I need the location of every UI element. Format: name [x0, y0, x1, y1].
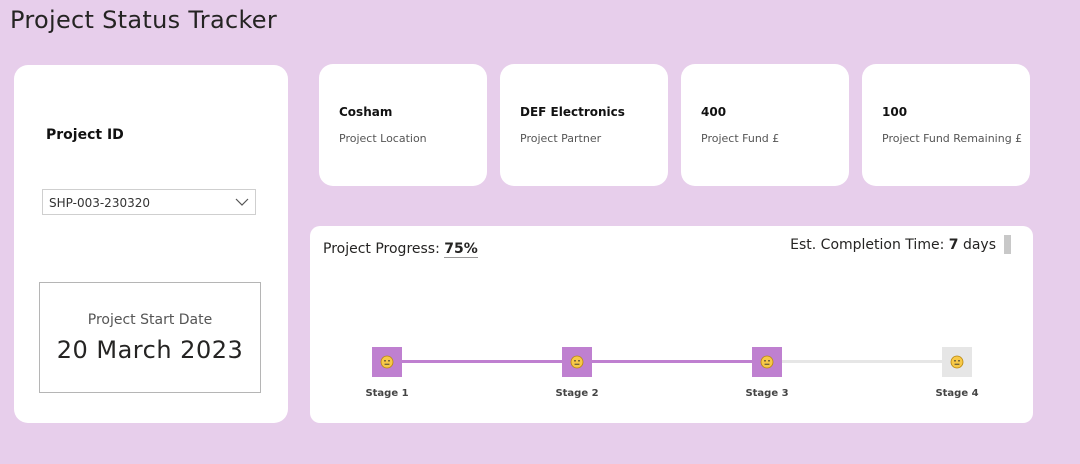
start-date-card: Project Start Date 20 March 2023 [39, 282, 261, 393]
kpi-label: Project Location [339, 132, 427, 145]
kpi-value: 100 [882, 105, 908, 119]
start-date-value: 20 March 2023 [56, 336, 244, 364]
stage-marker [752, 347, 782, 377]
stage-label: Stage 1 [365, 388, 409, 399]
stage-label: Stage 2 [555, 388, 599, 399]
kpi-card-fund: 400 Project Fund £ [681, 64, 849, 186]
smiley-icon [570, 355, 584, 369]
project-info-panel: Project ID SHP-003-230320 Project Start … [14, 65, 288, 423]
completion-time-label: Est. Completion Time: [790, 237, 945, 253]
stage-marker [942, 347, 972, 377]
smiley-icon [760, 355, 774, 369]
kpi-value: DEF Electronics [520, 105, 625, 119]
kpi-card-fund-remaining: 100 Project Fund Remaining £ [862, 64, 1030, 186]
scrollbar[interactable] [1004, 235, 1011, 254]
timeline-segment [782, 360, 942, 363]
stage-label: Stage 3 [745, 388, 789, 399]
project-id-label: Project ID [46, 127, 124, 143]
kpi-card-partner: DEF Electronics Project Partner [500, 64, 668, 186]
kpi-value: Cosham [339, 105, 393, 119]
stage-label: Stage 4 [935, 388, 979, 399]
completion-time-value: 7 [948, 237, 959, 253]
kpi-label: Project Partner [520, 132, 602, 145]
project-progress-label: Project Progress: [323, 241, 440, 257]
completion-time-unit: days [962, 237, 996, 253]
kpi-label: Project Fund £ [701, 132, 780, 145]
stage-marker [372, 347, 402, 377]
project-progress-value: 75% [444, 241, 478, 258]
page-title: Project Status Tracker [10, 6, 278, 34]
stage-marker [562, 347, 592, 377]
timeline-segment [592, 360, 752, 363]
kpi-value: 400 [701, 105, 727, 119]
project-progress: Project Progress: 75% [323, 241, 478, 258]
project-id-dropdown[interactable]: SHP-003-230320 [42, 189, 256, 215]
completion-time: Est. Completion Time: 7 days [790, 237, 996, 253]
progress-card: Project Progress: 75% Est. Completion Ti… [310, 226, 1033, 423]
start-date-label: Project Start Date [87, 312, 213, 328]
smiley-icon [380, 355, 394, 369]
chevron-down-icon [235, 198, 249, 206]
timeline-segment [402, 360, 562, 363]
project-id-value: SHP-003-230320 [49, 196, 150, 210]
smiley-icon [950, 355, 964, 369]
kpi-label: Project Fund Remaining £ [882, 132, 1023, 145]
kpi-card-location: Cosham Project Location [319, 64, 487, 186]
